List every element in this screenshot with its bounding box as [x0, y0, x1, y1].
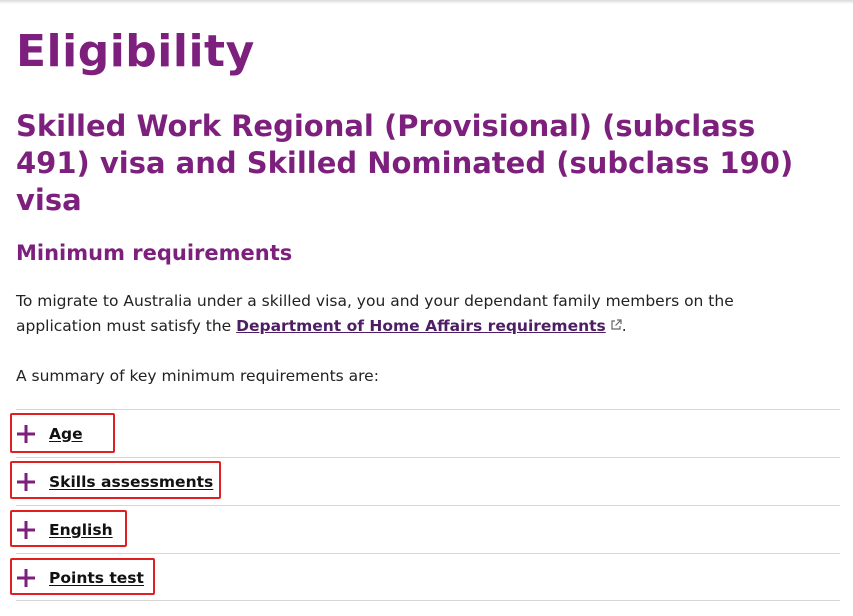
summary-text: A summary of key minimum requirements ar…	[16, 367, 379, 385]
accordion-toggle-skills-assessments[interactable]: Skills assessments	[16, 458, 213, 505]
accordion-toggle-points-test[interactable]: Points test	[16, 554, 144, 601]
home-affairs-link-label: Department of Home Affairs requirements	[236, 317, 606, 335]
page-title: Eligibility	[16, 26, 255, 77]
plus-icon	[17, 568, 35, 587]
requirements-accordion: Age Skills assessments English Points te…	[16, 409, 840, 601]
intro-text-end: .	[621, 317, 627, 335]
section-title: Skilled Work Regional (Provisional) (sub…	[16, 109, 794, 217]
home-affairs-link[interactable]: Department of Home Affairs requirements	[236, 317, 606, 335]
accordion-item-skills-assessments: Skills assessments	[16, 457, 840, 505]
sub-title: Minimum requirements	[16, 241, 293, 265]
top-shadow	[0, 0, 853, 4]
accordion-label: English	[49, 520, 113, 539]
accordion-item-points-test: Points test	[16, 553, 840, 601]
plus-icon	[17, 472, 35, 491]
accordion-item-english: English	[16, 505, 840, 553]
accordion-label: Skills assessments	[49, 472, 214, 491]
plus-icon	[17, 424, 35, 443]
accordion-item-age: Age	[16, 409, 840, 457]
accordion-label: Age	[49, 424, 83, 443]
external-link-icon	[610, 314, 622, 339]
accordion-toggle-english[interactable]: English	[16, 506, 113, 553]
accordion-toggle-age[interactable]: Age	[16, 410, 83, 457]
plus-icon	[17, 520, 35, 539]
accordion-label: Points test	[49, 568, 144, 587]
intro-paragraph: To migrate to Australia under a skilled …	[16, 289, 816, 339]
